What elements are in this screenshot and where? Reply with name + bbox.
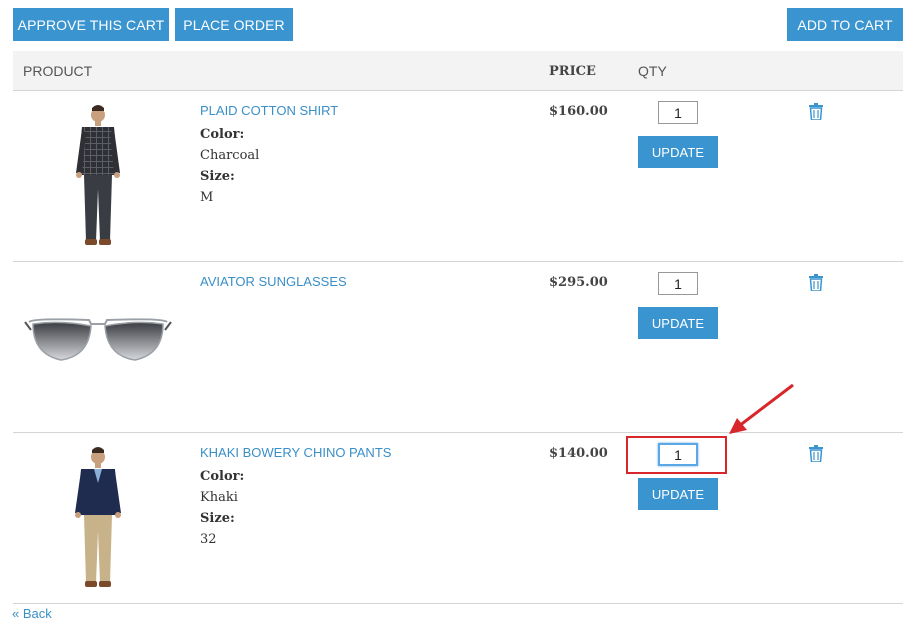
add-to-cart-button[interactable]: ADD TO CART [787, 8, 903, 41]
qty-input[interactable] [658, 101, 698, 124]
product-price: $160.00 [549, 104, 608, 119]
trash-icon[interactable] [809, 445, 823, 462]
product-price: $295.00 [549, 275, 608, 290]
product-name-link[interactable]: AVIATOR SUNGLASSES [200, 274, 347, 289]
size-value: M [200, 190, 214, 205]
product-attributes: Color: Khaki Size: 32 [200, 466, 244, 550]
trash-icon[interactable] [809, 103, 823, 120]
color-label: Color: [200, 469, 245, 484]
update-button[interactable]: UPDATE [638, 478, 718, 510]
product-price: $140.00 [549, 446, 608, 461]
color-label: Color: [200, 127, 245, 142]
product-name-link[interactable]: PLAID COTTON SHIRT [200, 103, 338, 118]
trash-icon[interactable] [809, 274, 823, 291]
column-header-product: PRODUCT [23, 63, 93, 79]
table-row: PLAID COTTON SHIRT Color: Charcoal Size:… [13, 91, 903, 262]
product-name-link[interactable]: KHAKI BOWERY CHINO PANTS [200, 445, 391, 460]
product-image-chinos[interactable] [48, 443, 148, 593]
back-link[interactable]: « Back [12, 606, 52, 621]
size-label: Size: [200, 511, 235, 526]
size-value: 32 [200, 532, 217, 547]
size-label: Size: [200, 169, 235, 184]
cart-table-header: PRODUCT PRICE QTY [13, 51, 903, 91]
column-header-price: PRICE [549, 64, 596, 79]
color-value: Charcoal [200, 148, 260, 163]
update-button[interactable]: UPDATE [638, 307, 718, 339]
product-attributes: Color: Charcoal Size: M [200, 124, 259, 208]
annotation-arrow-icon [729, 383, 794, 434]
table-row: KHAKI BOWERY CHINO PANTS Color: Khaki Si… [13, 433, 903, 604]
column-header-qty: QTY [638, 63, 667, 79]
update-button[interactable]: UPDATE [638, 136, 718, 168]
place-order-button[interactable]: PLACE ORDER [175, 8, 293, 41]
qty-input[interactable] [658, 272, 698, 295]
product-image-sunglasses[interactable] [23, 300, 173, 370]
color-value: Khaki [200, 490, 238, 505]
product-image-shirt[interactable] [48, 101, 148, 251]
approve-cart-button[interactable]: APPROVE THIS CART [13, 8, 169, 41]
annotation-highlight-box [626, 436, 727, 474]
